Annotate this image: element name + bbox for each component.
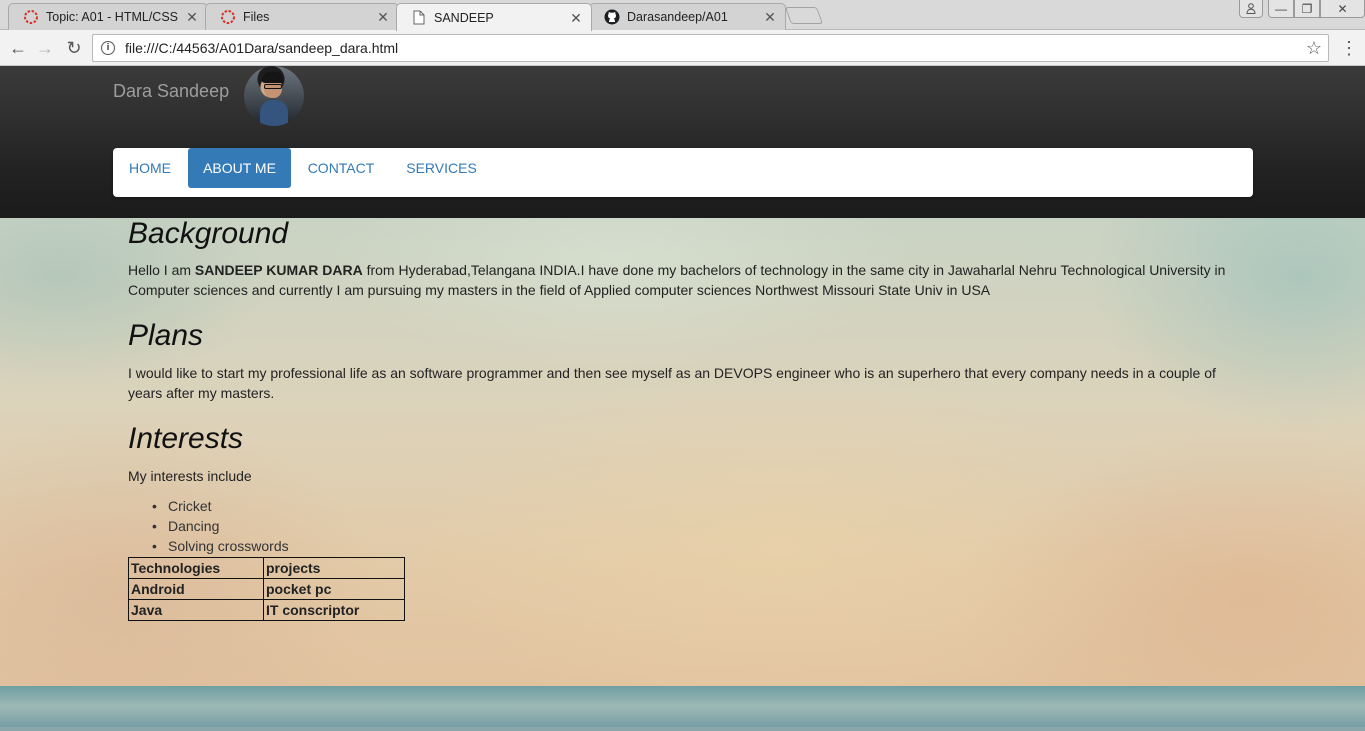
tab-title: Darasandeep/A01: [627, 10, 728, 24]
nav-about-me-link[interactable]: ABOUT ME: [188, 148, 291, 188]
table-cell: IT conscriptor: [263, 599, 405, 621]
table-cell: Android: [128, 578, 264, 600]
main-navbar: HOME ABOUT ME CONTACT SERVICES: [113, 148, 1253, 197]
profile-icon[interactable]: [1239, 0, 1263, 18]
interests-list: Cricket Dancing Solving crosswords: [152, 496, 289, 556]
list-item: Dancing: [152, 516, 289, 536]
github-icon: [604, 9, 620, 25]
technologies-table: Technologies projects Android pocket pc …: [128, 557, 405, 621]
tab-title: Topic: A01 - HTML/CSS: [46, 10, 178, 24]
browser-menu-icon[interactable]: ⋮: [1340, 38, 1358, 58]
restore-window-button[interactable]: ❐: [1294, 0, 1320, 18]
minimize-window-button[interactable]: —: [1268, 0, 1294, 18]
page-icon: [411, 10, 427, 26]
plans-paragraph: I would like to start my professional li…: [128, 365, 1216, 401]
table-row: Java IT conscriptor: [128, 599, 405, 621]
table-row: Android pocket pc: [128, 578, 405, 600]
close-window-button[interactable]: ✕: [1320, 0, 1365, 18]
forward-arrow-icon[interactable]: →: [33, 36, 57, 60]
table-cell: pocket pc: [263, 578, 405, 600]
background-paragraph: Hello I am SANDEEP KUMAR DARA from Hyder…: [128, 260, 1233, 300]
plans-heading: Plans: [128, 319, 204, 352]
loading-ring-icon: [23, 9, 39, 25]
bookmark-star-icon[interactable]: ☆: [1306, 38, 1322, 59]
author-name: SANDEEP KUMAR DARA: [194, 262, 363, 278]
interests-intro: My interests include: [128, 468, 252, 484]
info-icon[interactable]: i: [101, 41, 115, 55]
table-header-cell: Technologies: [128, 557, 264, 579]
tab-github[interactable]: Darasandeep/A01 ✕: [589, 3, 786, 30]
browser-tab-strip: Topic: A01 - HTML/CSS ✕ Files ✕ SANDEEP …: [0, 0, 1365, 31]
footer-strip: [0, 686, 1365, 731]
url-text[interactable]: file:///C:/44563/A01Dara/sandeep_dara.ht…: [125, 40, 398, 56]
page-viewport: Dara Sandeep HOME ABOUT ME CONTACT SERVI…: [0, 66, 1365, 731]
loading-ring-icon: [220, 9, 236, 25]
table-cell: Java: [128, 599, 264, 621]
new-tab-button[interactable]: [784, 7, 824, 24]
tab-files[interactable]: Files ✕: [205, 3, 399, 30]
list-item: Cricket: [152, 496, 289, 516]
avatar: [244, 66, 304, 126]
interests-heading: Interests: [128, 422, 244, 455]
background-intro: Hello I am: [128, 262, 195, 278]
tab-close-icon[interactable]: ✕: [376, 10, 390, 24]
tab-close-icon[interactable]: ✕: [763, 10, 777, 24]
list-item: Solving crosswords: [152, 536, 289, 556]
site-brand[interactable]: Dara Sandeep: [113, 81, 229, 102]
nav-contact-link[interactable]: CONTACT: [308, 148, 375, 188]
tab-topic-a01[interactable]: Topic: A01 - HTML/CSS ✕: [8, 3, 208, 30]
background-heading: Background: [128, 217, 289, 250]
tab-close-icon[interactable]: ✕: [569, 11, 583, 25]
nav-home-link[interactable]: HOME: [129, 148, 171, 188]
site-header: Dara Sandeep HOME ABOUT ME CONTACT SERVI…: [0, 66, 1365, 218]
address-bar[interactable]: i file:///C:/44563/A01Dara/sandeep_dara.…: [92, 34, 1329, 62]
tab-title: SANDEEP: [434, 10, 494, 25]
reload-icon[interactable]: ↻: [62, 36, 86, 60]
back-arrow-icon[interactable]: ←: [6, 36, 30, 60]
nav-services-link[interactable]: SERVICES: [406, 148, 477, 188]
table-header-row: Technologies projects: [128, 557, 405, 579]
bottom-divider: [0, 727, 1365, 731]
table-header-cell: projects: [263, 557, 405, 579]
browser-toolbar: ← → ↻ i file:///C:/44563/A01Dara/sandeep…: [0, 30, 1365, 66]
tab-sandeep[interactable]: SANDEEP ✕: [396, 3, 592, 31]
tab-title: Files: [243, 10, 270, 24]
tab-close-icon[interactable]: ✕: [185, 10, 199, 24]
